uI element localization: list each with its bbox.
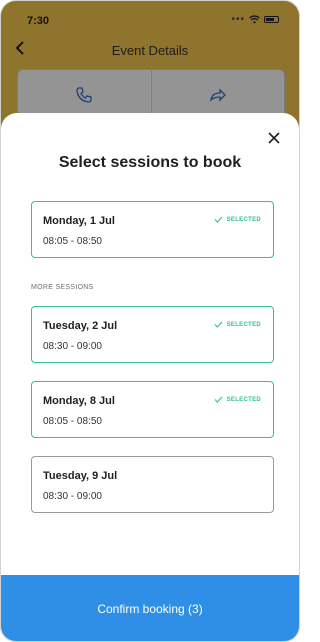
bottom-sheet: Select sessions to book Monday, 1 Jul 08…: [1, 113, 299, 641]
selected-badge: SELECTED: [214, 321, 261, 328]
selected-label: SELECTED: [226, 396, 261, 403]
checkmark-icon: [214, 321, 223, 328]
checkmark-icon: [214, 396, 223, 403]
session-time: 08:05 - 08:50: [43, 236, 102, 247]
session-date: Tuesday, 9 Jul: [43, 470, 118, 482]
more-sessions-label: MORE SESSIONS: [31, 284, 94, 291]
session-time: 08:30 - 09:00: [43, 491, 102, 502]
session-date: Tuesday, 2 Jul: [43, 320, 118, 332]
session-date: Monday, 8 Jul: [43, 395, 115, 407]
session-card[interactable]: Monday, 1 Jul 08:05 - 08:50 SELECTED: [31, 201, 274, 258]
selected-label: SELECTED: [226, 216, 261, 223]
selected-badge: SELECTED: [214, 396, 261, 403]
selected-label: SELECTED: [226, 321, 261, 328]
session-date: Monday, 1 Jul: [43, 215, 115, 227]
phone-screen: 7:30 ••• Event Details Select sessions t…: [0, 0, 300, 642]
selected-badge: SELECTED: [214, 216, 261, 223]
sheet-title: Select sessions to book: [58, 154, 242, 171]
session-time: 08:30 - 09:00: [43, 341, 102, 352]
session-card[interactable]: Tuesday, 9 Jul 08:30 - 09:00: [31, 456, 274, 513]
session-card[interactable]: Monday, 8 Jul 08:05 - 08:50 SELECTED: [31, 381, 274, 438]
close-icon[interactable]: [265, 129, 283, 147]
confirm-booking-button[interactable]: Confirm booking (3): [1, 575, 299, 641]
session-card[interactable]: Tuesday, 2 Jul 08:30 - 09:00 SELECTED: [31, 306, 274, 363]
checkmark-icon: [214, 216, 223, 223]
session-time: 08:05 - 08:50: [43, 416, 102, 427]
